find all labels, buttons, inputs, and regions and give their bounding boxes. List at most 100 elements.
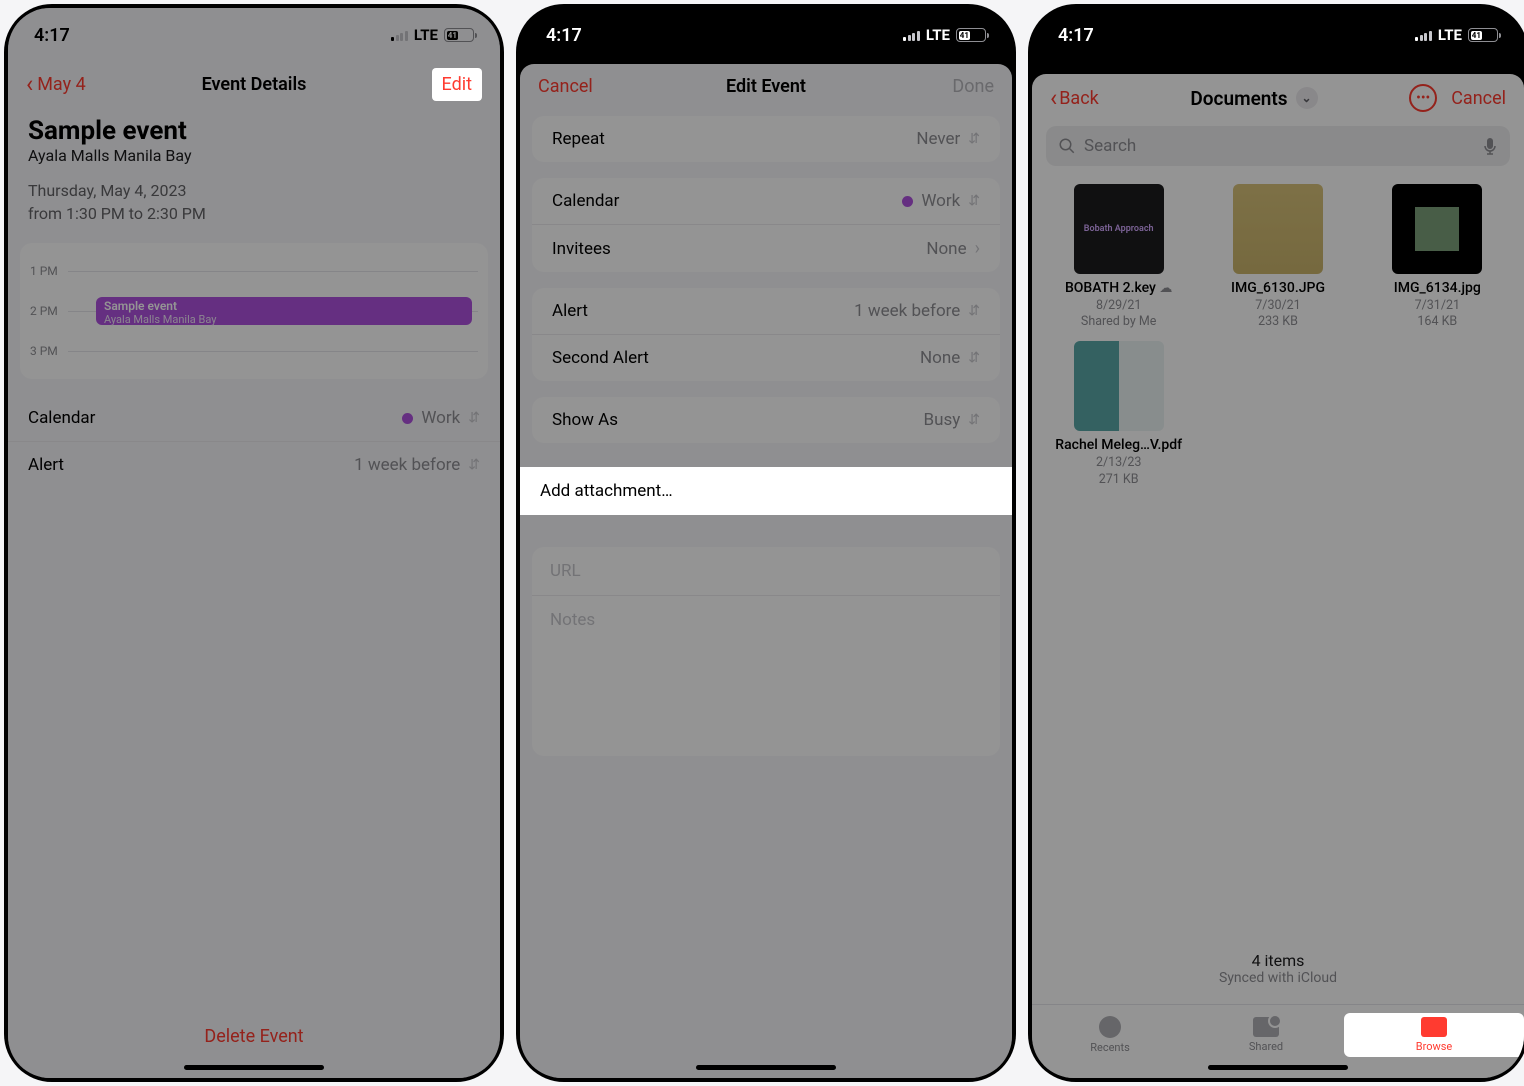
row-label: Calendar [28,408,95,428]
home-indicator [696,1065,836,1070]
hour-label: 3 PM [30,344,58,358]
file-size: 164 KB [1361,314,1514,331]
network-label: LTE [414,26,438,44]
row-value: Never [916,129,960,149]
delete-event-button[interactable]: Delete Event [8,1008,500,1065]
home-indicator [1208,1065,1348,1070]
row-label: Alert [28,455,64,475]
hour-label: 1 PM [30,264,58,278]
file-name: IMG_6130.JPG [1201,280,1354,298]
alert-row[interactable]: Alert 1 week before⇵ [8,442,500,488]
tab-label: Shared [1249,1040,1283,1053]
add-attachment-button[interactable]: Add attachment… [520,467,1012,515]
sync-status: Synced with iCloud [1032,970,1524,1004]
row-label: Calendar [552,191,619,211]
network-label: LTE [1438,26,1462,44]
dictation-icon[interactable] [1482,136,1498,156]
more-options-button[interactable]: ••• [1409,84,1437,112]
show-as-row[interactable]: Show As Busy⇵ [532,397,1000,443]
search-input[interactable]: Search [1046,126,1510,166]
event-block-title: Sample event [104,299,464,313]
event-location: Ayala Malls Manila Bay [8,146,500,165]
second-alert-row[interactable]: Second Alert None ⇵ [532,335,1000,381]
tab-recents[interactable]: Recents [1032,1016,1188,1054]
row-label: Invitees [552,239,611,259]
tab-shared[interactable]: Shared [1188,1017,1344,1053]
back-button[interactable]: ‹ Back [1050,86,1099,110]
up-down-icon: ⇵ [468,410,480,426]
up-down-icon: ⇵ [968,303,980,319]
chevron-left-icon: ‹ [26,72,33,96]
row-value: Work [421,408,460,428]
back-label: Back [1059,88,1099,109]
row-label: Repeat [552,129,605,149]
file-date: 8/29/21 [1042,298,1195,315]
invitees-row[interactable]: Invitees None› [532,225,1000,272]
clock: 4:17 [34,25,70,46]
status-bar: 4:17 LTE 41 [520,8,1012,62]
file-grid: Bobath Approach BOBATH 2.key ☁︎ 8/29/21 … [1032,170,1524,503]
edit-button[interactable]: Edit [432,68,482,101]
edit-event-navbar: Cancel Edit Event Done [520,64,1012,108]
row-label: Second Alert [552,348,649,368]
signal-icon [1415,29,1432,41]
repeat-row[interactable]: Repeat Never⇵ [532,116,1000,162]
file-thumbnail [1392,184,1482,274]
file-thumbnail [1233,184,1323,274]
row-value: Busy [923,410,960,430]
notes-field[interactable]: Notes [532,596,1000,756]
calendar-row[interactable]: Calendar Work ⇵ [8,395,500,442]
file-item[interactable]: Bobath Approach BOBATH 2.key ☁︎ 8/29/21 … [1042,184,1195,331]
row-value: None [920,348,960,368]
clock: 4:17 [546,25,582,46]
title-label: Documents [1190,87,1287,110]
item-count: 4 items [1032,921,1524,970]
up-down-icon: ⇵ [968,193,980,209]
event-date: Thursday, May 4, 2023 [8,165,500,204]
row-value: Work [921,191,960,211]
tab-browse[interactable]: Browse [1344,1013,1524,1057]
file-item[interactable]: IMG_6134.jpg 7/31/21 164 KB [1361,184,1514,331]
signal-icon [903,29,920,41]
event-block-sub: Ayala Malls Manila Bay [104,313,464,326]
file-item[interactable]: Rachel Meleg…V.pdf 2/13/23 271 KB [1042,341,1195,488]
clock: 4:17 [1058,25,1094,46]
file-item[interactable]: IMG_6130.JPG 7/30/21 233 KB [1201,184,1354,331]
battery-icon: 41 [444,28,474,42]
page-title: Event Details [202,74,307,95]
battery-icon: 41 [1468,28,1498,42]
event-details-navbar: ‹ May 4 Event Details Edit [8,62,500,106]
search-placeholder: Search [1084,136,1474,156]
url-field[interactable]: URL [532,547,1000,596]
calendar-color-dot [402,413,413,424]
folder-title[interactable]: Documents ⌄ [1190,87,1317,110]
row-label: Alert [552,301,588,321]
file-size: 233 KB [1201,314,1354,331]
up-down-icon: ⇵ [968,350,980,366]
file-name: BOBATH 2.key ☁︎ [1042,280,1195,298]
event-time: from 1:30 PM to 2:30 PM [8,204,500,227]
file-name: IMG_6134.jpg [1361,280,1514,298]
event-block[interactable]: Sample event Ayala Malls Manila Bay [96,297,472,325]
alert-row[interactable]: Alert 1 week before⇵ [532,288,1000,335]
shared-folder-icon [1253,1017,1279,1037]
status-bar: 4:17 LTE 41 [8,8,500,62]
cancel-button[interactable]: Cancel [538,76,593,97]
file-thumbnail: Bobath Approach [1074,184,1164,274]
search-icon [1058,137,1076,155]
chevron-down-icon: ⌄ [1296,87,1318,109]
clock-icon [1099,1016,1121,1038]
calendar-row[interactable]: Calendar Work ⇵ [532,178,1000,225]
file-name: Rachel Meleg…V.pdf [1042,437,1195,455]
back-button[interactable]: ‹ May 4 [26,72,86,96]
file-date: 7/30/21 [1201,298,1354,315]
home-indicator [184,1065,324,1070]
cancel-button[interactable]: Cancel [1451,88,1506,109]
battery-icon: 41 [956,28,986,42]
cloud-icon: ☁︎ [1159,281,1172,296]
row-value: 1 week before [354,455,460,475]
done-button[interactable]: Done [952,76,994,97]
file-thumbnail [1074,341,1164,431]
file-shared: Shared by Me [1042,314,1195,331]
status-bar: 4:17 LTE 41 [1032,8,1524,62]
